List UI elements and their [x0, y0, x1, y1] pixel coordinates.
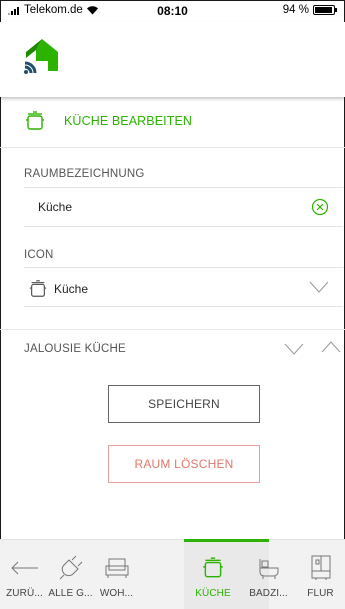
tab-bathroom[interactable]: BADZI...: [246, 539, 291, 608]
pot-icon: [29, 280, 47, 297]
jalousie-label: JALOUSIE KÜCHE: [24, 343, 126, 355]
tab-label: ZURÜ...: [6, 588, 43, 599]
room-name-label: RAUMBEZEICHNUNG: [24, 168, 145, 180]
plug-icon: [59, 555, 82, 580]
icon-label: ICON: [24, 249, 54, 261]
tab-label: BADZI...: [249, 588, 288, 599]
page-title: KÜCHE BEARBEITEN: [64, 114, 193, 128]
tab-label: FLUR: [307, 588, 334, 599]
status-right: 94 %: [282, 4, 337, 16]
sofa-icon: [105, 558, 128, 578]
battery-icon: [313, 5, 337, 15]
delete-room-button[interactable]: RAUM LÖSCHEN: [108, 445, 260, 483]
room-name-field[interactable]: Küche: [24, 187, 343, 227]
room-name-value[interactable]: Küche: [38, 200, 72, 214]
tab-all-devices[interactable]: ALLE G...: [48, 539, 93, 608]
chevron-up-icon[interactable]: [321, 341, 341, 353]
battery-fill: [315, 7, 332, 13]
bathtub-icon: [259, 559, 278, 579]
icon-select-value: Küche: [54, 282, 89, 296]
app-header: [0, 22, 345, 97]
status-bar: Telekom.de 08:10 94 %: [0, 0, 345, 22]
edit-room-header: KÜCHE BEARBEITEN: [24, 110, 192, 132]
battery-percent: 94 %: [282, 4, 309, 16]
tab-label: ALLE G...: [48, 588, 93, 599]
divider: [0, 147, 345, 148]
save-button[interactable]: SPEICHERN: [108, 385, 260, 423]
tab-living-room[interactable]: WOH...: [94, 539, 139, 608]
chevron-down-icon[interactable]: [309, 281, 329, 293]
chevron-down-icon[interactable]: [284, 343, 304, 355]
wardrobe-icon: [311, 555, 330, 580]
arrow-left-icon: [10, 561, 38, 575]
tab-back[interactable]: ZURÜ...: [2, 539, 47, 608]
divider: [0, 329, 345, 330]
pot-icon: [26, 111, 44, 130]
icon-select-value-wrap: Küche: [28, 279, 88, 299]
icon-select[interactable]: Küche: [24, 267, 343, 307]
home-wifi-logo-icon[interactable]: [22, 36, 62, 76]
pot-icon: [203, 557, 223, 578]
tab-label: KÜCHE: [195, 588, 231, 599]
tab-kitchen[interactable]: KÜCHE: [188, 539, 238, 608]
tab-label: WOH...: [99, 588, 134, 599]
tab-hallway[interactable]: FLUR: [298, 539, 343, 608]
clear-circle-icon[interactable]: [311, 198, 329, 216]
